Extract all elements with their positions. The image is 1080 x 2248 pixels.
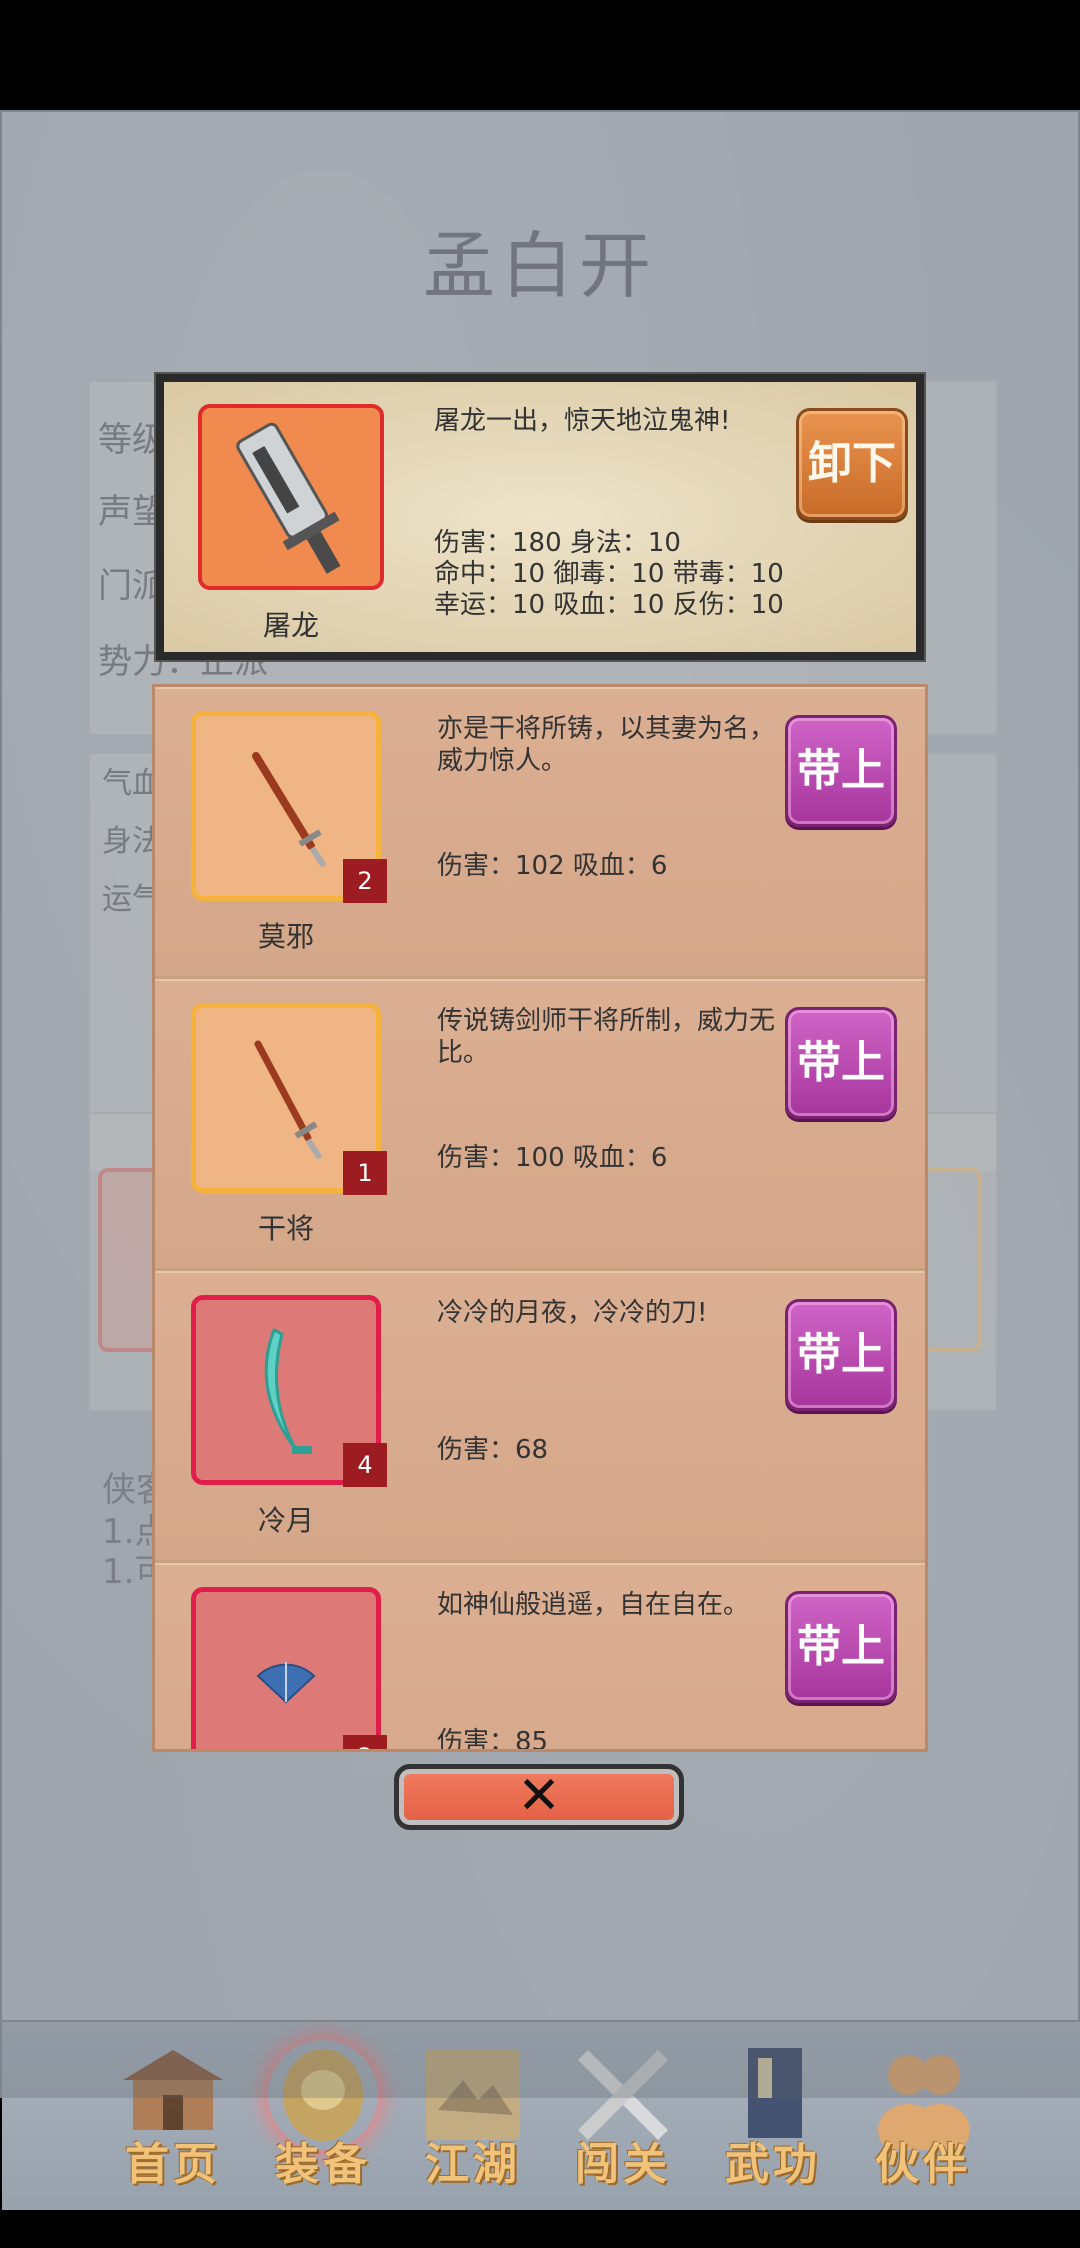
equipped-stats-line1: 伤害：180 身法：10 bbox=[434, 528, 681, 558]
equip-button[interactable]: 带上 bbox=[785, 1591, 897, 1703]
item-description: 亦是干将所铸，以其妻为名，威力惊人。 bbox=[437, 714, 776, 776]
nav-equipment-label: 装备 bbox=[275, 2139, 371, 2190]
inventory-item: 3 如神仙般逍遥，自在自在。 伤害：85 带上 bbox=[155, 1563, 925, 1752]
item-count-badge: 4 bbox=[343, 1443, 387, 1487]
equip-button[interactable]: 带上 bbox=[785, 1007, 897, 1119]
item-count-badge: 1 bbox=[343, 1151, 387, 1195]
item-name: 冷月 bbox=[257, 1504, 314, 1537]
item-count-badge: 3 bbox=[343, 1735, 387, 1749]
nav-challenge-label: 闯关 bbox=[575, 2139, 671, 2190]
equip-button[interactable]: 带上 bbox=[785, 1299, 897, 1411]
equipped-item-description: 屠龙一出，惊天地泣鬼神! bbox=[434, 406, 731, 436]
item-count-badge: 2 bbox=[343, 859, 387, 903]
nav-home-label: 首页 bbox=[125, 2139, 221, 2190]
inventory-item: 4 冷月 冷冷的月夜，冷冷的刀! 伤害：68 带上 bbox=[155, 1271, 925, 1563]
inventory-item: 1 干将 传说铸剑师干将所制，威力无比。 伤害：100 吸血：6 带上 bbox=[155, 979, 925, 1271]
item-slot[interactable] bbox=[191, 1587, 381, 1749]
inventory-list[interactable]: 2 莫邪 亦是干将所铸，以其妻为名，威力惊人。 伤害：102 吸血：6 带上 1… bbox=[152, 684, 928, 1752]
equipped-item-panel: 屠龙 屠龙一出，惊天地泣鬼神! 伤害：180 身法：10 命中：10 御毒：10… bbox=[156, 374, 924, 660]
nav-martial-arts-label: 武功 bbox=[725, 2139, 821, 2190]
inventory-item: 2 莫邪 亦是干将所铸，以其妻为名，威力惊人。 伤害：102 吸血：6 带上 bbox=[155, 687, 925, 979]
equip-button[interactable]: 带上 bbox=[785, 715, 897, 827]
close-icon: ✕ bbox=[517, 1766, 561, 1826]
item-stats: 伤害：85 bbox=[437, 1727, 549, 1752]
item-name: 莫邪 bbox=[257, 920, 314, 953]
equipped-item-name: 屠龙 bbox=[262, 609, 319, 642]
item-name: 干将 bbox=[257, 1212, 314, 1245]
nav-companions-label: 伙伴 bbox=[875, 2139, 971, 2190]
item-description: 传说铸剑师干将所制，威力无比。 bbox=[437, 1006, 776, 1068]
item-stats: 伤害：100 吸血：6 bbox=[437, 1143, 668, 1173]
nav-jianghu-label: 江湖 bbox=[425, 2139, 521, 2190]
fan-icon bbox=[256, 1662, 316, 1704]
close-button[interactable]: ✕ bbox=[394, 1764, 684, 1830]
item-description: 如神仙般逍遥，自在自在。 bbox=[437, 1590, 750, 1620]
item-stats: 伤害：68 bbox=[437, 1435, 549, 1465]
dragon-slayer-blade-icon bbox=[236, 422, 341, 574]
equipped-item-stats: 伤害：180 身法：10 命中：10 御毒：10 带毒：10 幸运：10 吸血：… bbox=[434, 528, 784, 621]
equipped-stats-line3: 幸运：10 吸血：10 反伤：10 bbox=[434, 590, 784, 620]
unequip-button[interactable]: 卸下 bbox=[796, 408, 908, 520]
equipped-stats-line2: 命中：10 御毒：10 带毒：10 bbox=[434, 559, 784, 589]
item-description: 冷冷的月夜，冷冷的刀! bbox=[437, 1298, 708, 1328]
item-stats: 伤害：102 吸血：6 bbox=[437, 851, 668, 881]
equipped-item-slot[interactable] bbox=[198, 404, 384, 590]
